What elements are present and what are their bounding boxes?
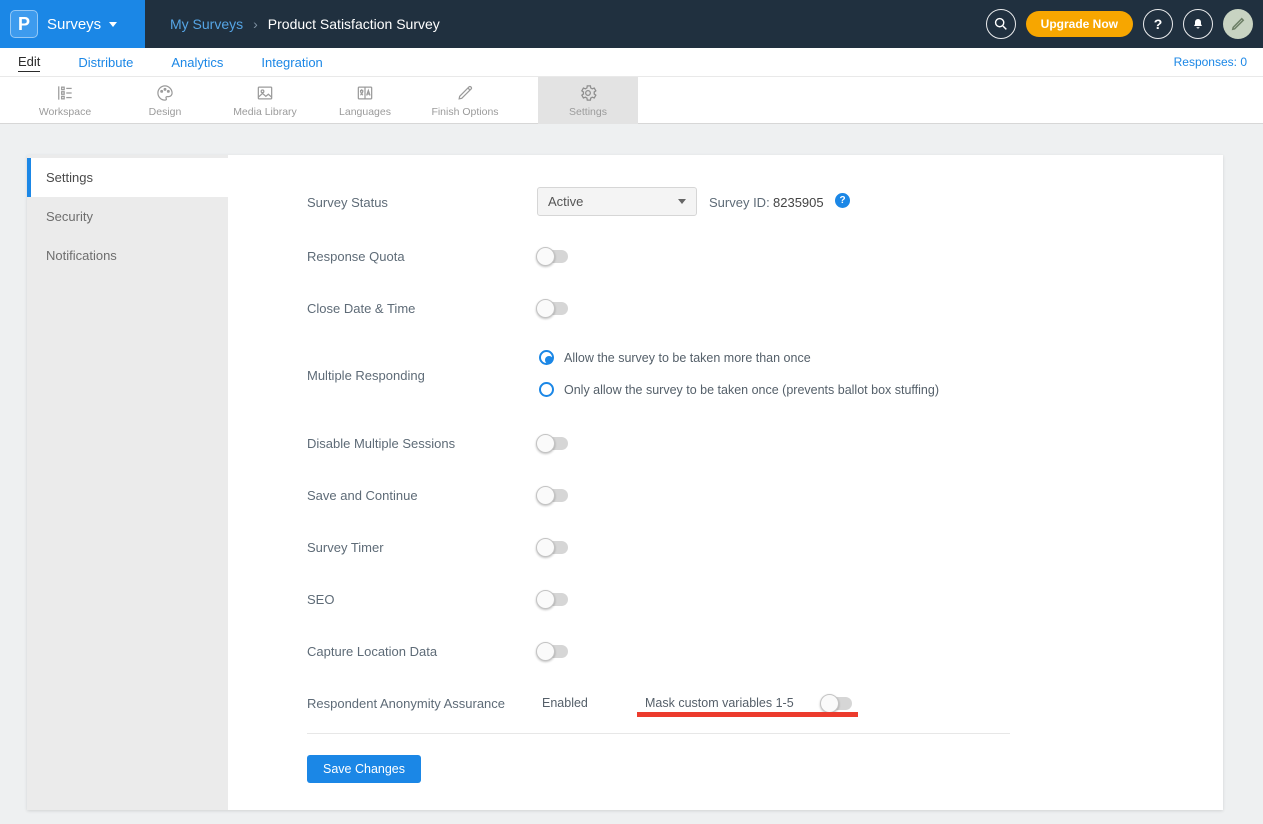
product-switcher[interactable]: P Surveys (0, 0, 145, 48)
survey-status-value: Active (548, 194, 678, 209)
response-quota-toggle[interactable] (538, 250, 568, 263)
respondent-anonymity-label: Respondent Anonymity Assurance (307, 696, 505, 711)
breadcrumb-current-survey: Product Satisfaction Survey (268, 16, 440, 32)
question-mark-icon: ? (1154, 16, 1163, 32)
settings-card: Settings Security Notifications Survey S… (27, 155, 1223, 810)
toolbar-item-design[interactable]: Design (115, 77, 215, 124)
notifications-button[interactable] (1183, 9, 1213, 39)
survey-status-label: Survey Status (307, 195, 388, 210)
toolbar-item-label: Media Library (233, 106, 297, 118)
breadcrumb-my-surveys[interactable]: My Surveys (170, 16, 243, 32)
tab-integration[interactable]: Integration (261, 55, 322, 70)
survey-id-label: Survey ID: (709, 195, 770, 210)
content-area: Settings Security Notifications Survey S… (0, 124, 1263, 824)
sidebar-item-label: Security (46, 209, 93, 224)
save-and-continue-toggle[interactable] (538, 489, 568, 502)
survey-timer-toggle[interactable] (538, 541, 568, 554)
radio-unselected-icon[interactable] (539, 382, 554, 397)
toolbar-item-label: Workspace (39, 106, 91, 118)
edit-toolbar: Workspace Design Media Library Languages… (0, 77, 1263, 124)
questionpro-logo-icon: P (10, 10, 38, 38)
settings-sidebar: Settings Security Notifications (27, 155, 228, 810)
anonymity-status-text: Enabled (542, 696, 588, 710)
avatar-pencil-icon (1229, 15, 1247, 33)
sidebar-item-notifications[interactable]: Notifications (27, 236, 228, 275)
toolbar-item-finish-options[interactable]: Finish Options (415, 77, 515, 124)
nav-tabs: Edit Distribute Analytics Integration (18, 48, 323, 77)
bell-icon (1190, 16, 1206, 32)
radio-option-label: Only allow the survey to be taken once (… (564, 383, 939, 397)
sidebar-item-label: Settings (46, 170, 93, 185)
survey-id-value: 8235905 (773, 195, 824, 210)
seo-label: SEO (307, 592, 334, 607)
search-icon (993, 16, 1009, 32)
responses-count[interactable]: Responses: 0 (1174, 55, 1247, 69)
settings-gear-icon (578, 83, 598, 103)
toolbar-item-settings[interactable]: Settings (538, 77, 638, 124)
toolbar-item-label: Languages (339, 106, 391, 118)
design-icon (155, 83, 175, 103)
sidebar-item-security[interactable]: Security (27, 197, 228, 236)
media-library-icon (255, 83, 275, 103)
tab-distribute[interactable]: Distribute (78, 55, 133, 70)
radio-option-allow-multiple[interactable]: Allow the survey to be taken more than o… (539, 350, 811, 365)
disable-multiple-sessions-toggle[interactable] (538, 437, 568, 450)
toolbar-item-languages[interactable]: Languages (315, 77, 415, 124)
radio-option-label: Allow the survey to be taken more than o… (564, 351, 811, 365)
chevron-down-icon (678, 199, 686, 204)
capture-location-label: Capture Location Data (307, 644, 437, 659)
save-changes-button[interactable]: Save Changes (307, 755, 421, 783)
survey-status-dropdown[interactable]: Active (537, 187, 697, 216)
toolbar-item-workspace[interactable]: Workspace (15, 77, 115, 124)
search-button[interactable] (986, 9, 1016, 39)
toolbar-item-label: Design (149, 106, 182, 118)
toolbar-item-label: Settings (569, 106, 607, 118)
response-quota-label: Response Quota (307, 249, 405, 264)
workspace-icon (55, 83, 75, 103)
upgrade-now-button[interactable]: Upgrade Now (1026, 11, 1133, 37)
topbar: P Surveys My Surveys › Product Satisfact… (0, 0, 1263, 48)
close-date-label: Close Date & Time (307, 301, 415, 316)
capture-location-toggle[interactable] (538, 645, 568, 658)
toolbar-item-media-library[interactable]: Media Library (215, 77, 315, 124)
disable-multiple-sessions-label: Disable Multiple Sessions (307, 436, 455, 451)
form-divider (307, 733, 1010, 734)
help-button[interactable]: ? (1143, 9, 1173, 39)
finish-options-icon (455, 83, 475, 103)
breadcrumb-separator: › (253, 16, 258, 32)
product-name: Surveys (47, 16, 101, 33)
toolbar-item-label: Finish Options (431, 106, 498, 118)
topbar-actions: Upgrade Now ? (986, 9, 1253, 39)
sidebar-item-label: Notifications (46, 248, 117, 263)
sidebar-item-settings[interactable]: Settings (27, 158, 228, 197)
user-avatar[interactable] (1223, 9, 1253, 39)
survey-nav-bar: Edit Distribute Analytics Integration Re… (0, 48, 1263, 77)
radio-option-only-once[interactable]: Only allow the survey to be taken once (… (539, 382, 939, 397)
save-and-continue-label: Save and Continue (307, 488, 418, 503)
mask-custom-variables-label: Mask custom variables 1-5 (645, 696, 794, 710)
tab-edit[interactable]: Edit (18, 54, 40, 72)
close-date-toggle[interactable] (538, 302, 568, 315)
seo-toggle[interactable] (538, 593, 568, 606)
languages-icon (355, 83, 375, 103)
breadcrumb: My Surveys › Product Satisfaction Survey (170, 0, 440, 48)
survey-id-help-icon[interactable]: ? (835, 193, 850, 208)
survey-timer-label: Survey Timer (307, 540, 384, 555)
radio-selected-icon[interactable] (539, 350, 554, 365)
multiple-responding-label: Multiple Responding (307, 368, 425, 383)
tab-analytics[interactable]: Analytics (171, 55, 223, 70)
annotation-underline (637, 712, 858, 717)
chevron-down-icon (109, 22, 117, 27)
settings-form: Survey Status Active Survey ID: 8235905 … (228, 155, 1223, 810)
mask-custom-variables-toggle[interactable] (822, 697, 852, 710)
